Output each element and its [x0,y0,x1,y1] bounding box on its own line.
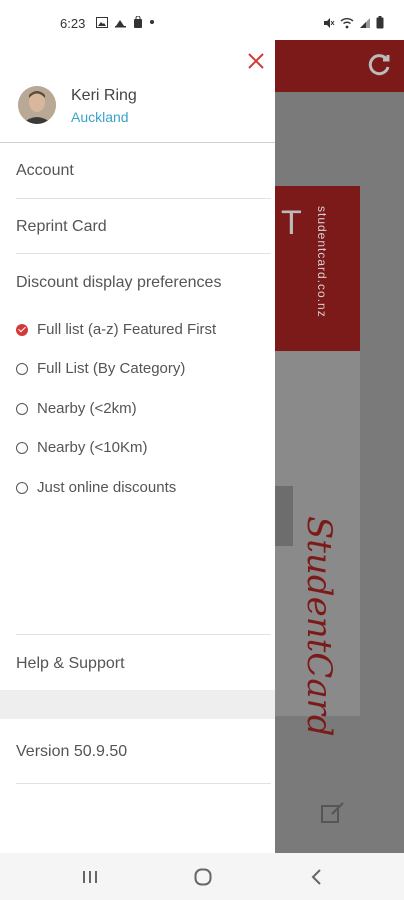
radio-unchecked-icon[interactable] [16,402,28,415]
image-icon [96,16,108,28]
radio-checked-icon[interactable] [16,323,28,336]
divider [16,198,271,199]
recent-apps-icon[interactable] [76,863,104,891]
status-bar: 6:23 [0,0,404,40]
user-location[interactable]: Auckland [71,109,129,125]
preference-option-full-list-category[interactable]: Full List (By Category) [16,360,185,377]
app-version: Version 50.9.50 [16,743,128,760]
divider [16,783,271,784]
edit-icon [321,802,344,823]
card-brand-logo: StudentCard [299,516,339,737]
battery-icon [376,16,384,29]
status-left-icons [96,16,155,28]
section-separator [0,690,275,719]
radio-unchecked-icon[interactable] [16,441,28,454]
preference-option-label: Full list (a-z) Featured First [37,321,217,338]
preference-option-online[interactable]: Just online discounts [16,479,176,496]
preference-option-nearby-2km[interactable]: Nearby (<2km) [16,400,137,417]
close-icon[interactable] [244,49,268,73]
card-header-strip: T studentcard.co.nz [275,186,360,351]
cloud-icon [115,19,126,27]
shopping-bag-icon [134,16,142,28]
divider [0,142,275,143]
menu-item-account[interactable]: Account [16,162,74,180]
refresh-icon [368,54,390,76]
system-navigation-bar [0,853,404,900]
preference-option-label: Full List (By Category) [37,360,186,377]
radio-unchecked-icon[interactable] [16,362,28,375]
status-time: 6:23 [60,16,86,31]
discount-preferences-label: Discount display preferences [16,274,222,291]
background-app[interactable]: T studentcard.co.nz StudentCard [275,40,404,853]
background-header [275,40,404,92]
menu-item-help-support[interactable]: Help & Support [16,655,125,673]
navigation-drawer: Keri Ring Auckland Account Reprint Card … [0,40,275,853]
user-name: Keri Ring [71,87,137,104]
preference-option-nearby-10km[interactable]: Nearby (<10Km) [16,439,147,456]
preference-option-label: Nearby (<10Km) [37,439,148,456]
back-icon[interactable] [303,863,331,891]
card-letter: T [281,204,302,242]
divider [16,634,271,635]
preference-option-full-list-az[interactable]: Full list (a-z) Featured First [16,321,216,338]
dot-icon [150,20,154,24]
wifi-icon [340,17,354,28]
card-photo-placeholder [275,486,293,546]
divider [16,253,271,254]
preference-option-label: Nearby (<2km) [37,400,137,417]
avatar [18,86,56,124]
radio-unchecked-icon[interactable] [16,481,28,494]
background-student-card: T studentcard.co.nz StudentCard [275,186,360,737]
mute-icon [324,17,335,28]
signal-icon [360,17,370,28]
user-photo-icon [18,86,56,124]
status-right-icons [323,16,384,29]
card-site-text: studentcard.co.nz [315,206,329,318]
home-icon[interactable] [189,863,217,891]
menu-item-reprint-card[interactable]: Reprint Card [16,218,107,236]
preference-option-label: Just online discounts [37,479,177,496]
